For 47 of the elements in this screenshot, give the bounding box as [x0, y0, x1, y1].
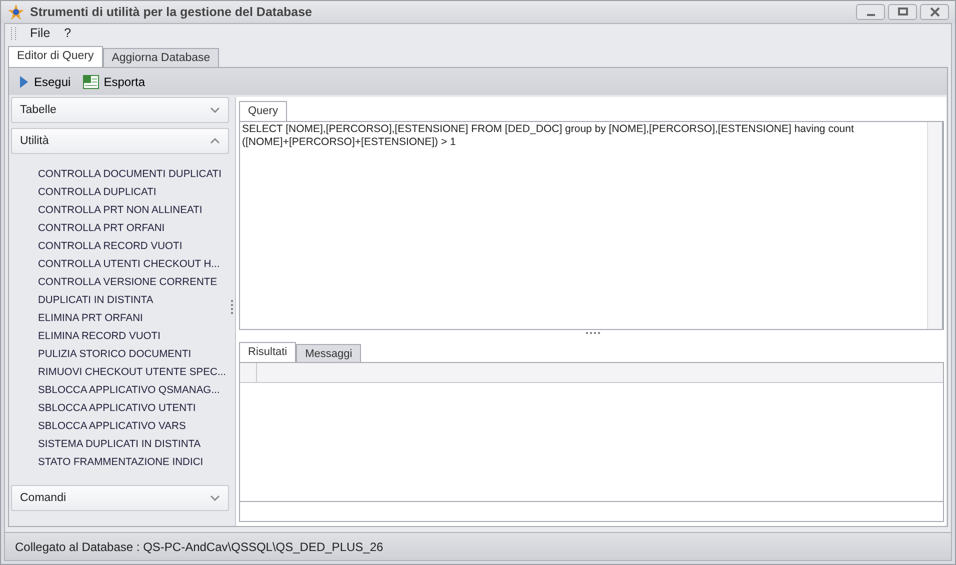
utility-item[interactable]: SISTEMA DUPLICATI IN DISTINTA — [38, 436, 229, 454]
utility-item[interactable]: STATO FRAMMENTAZIONE INDICI — [38, 454, 229, 472]
utility-item[interactable]: CONTROLLA PRT NON ALLINEATI — [38, 202, 229, 220]
utility-item[interactable]: CONTROLLA DUPLICATI — [38, 184, 229, 202]
group-header[interactable]: Utilità — [11, 128, 229, 154]
utility-item[interactable]: DUPLICATI IN DISTINTA — [38, 292, 229, 310]
maximize-icon — [896, 7, 908, 17]
utility-item[interactable]: RIMUOVI CHECKOUT UTENTE SPEC... — [38, 364, 229, 382]
tab[interactable]: Query — [239, 101, 287, 121]
spreadsheet-icon — [82, 74, 99, 88]
window-title: Strumenti di utilità per la gestione del Database — [30, 5, 312, 19]
tab[interactable]: Editor di Query — [8, 46, 103, 67]
chevron-up-icon — [210, 138, 220, 144]
scrollbar[interactable] — [927, 122, 942, 329]
utility-item[interactable]: CONTROLLA UTENTI CHECKOUT H... — [38, 256, 229, 274]
utility-item[interactable]: CONTROLLA VERSIONE CORRENTE — [38, 274, 229, 292]
menu-item[interactable]: ? — [64, 26, 72, 40]
group-header[interactable]: Tabelle — [11, 97, 229, 123]
minimize-icon — [866, 14, 874, 16]
tab[interactable]: Risultati — [239, 342, 296, 362]
utility-item[interactable]: ELIMINA RECORD VUOTI — [38, 328, 229, 346]
utility-item[interactable]: CONTROLLA DOCUMENTI DUPLICATI — [38, 166, 229, 184]
play-icon — [19, 74, 29, 88]
minimize-button[interactable] — [856, 4, 885, 20]
tab[interactable]: Aggiorna Database — [102, 48, 220, 67]
group-header[interactable]: Comandi — [11, 485, 229, 511]
utility-item[interactable]: CONTROLLA RECORD VUOTI — [38, 238, 229, 256]
star-icon — [7, 3, 25, 21]
status-text: Collegato al Database : QS-PC-AndCav\QSSQL\QS_DED_PLUS_26 — [15, 540, 384, 554]
utility-item[interactable]: ELIMINA PRT ORFANI — [38, 310, 229, 328]
splitter-handle[interactable] — [586, 332, 600, 336]
export-button[interactable]: Esporta — [80, 74, 148, 88]
run-button[interactable]: Esegui — [17, 74, 73, 88]
utility-item[interactable]: SBLOCCA APPLICATIVO UTENTI — [38, 400, 229, 418]
query-editor[interactable]: SELECT [NOME],[PERCORSO],[ESTENSIONE] FROM [DED_DOC] group by [NOME],[PERCORSO],[ESTENSIONE] having count ([NOME]+[PERCORSO]+[ESTENSIONE]) > 1 — [239, 121, 944, 330]
chevron-down-icon — [210, 495, 220, 501]
chevron-down-icon — [210, 107, 220, 113]
utility-item[interactable]: PULIZIA STORICO DOCUMENTI — [38, 346, 229, 364]
utility-item[interactable]: CONTROLLA PRT ORFANI — [38, 220, 229, 238]
close-icon — [928, 7, 940, 17]
close-button[interactable] — [920, 4, 949, 20]
maximize-button[interactable] — [888, 4, 917, 20]
tab[interactable]: Messaggi — [296, 344, 362, 362]
utility-item[interactable]: SBLOCCA APPLICATIVO VARS — [38, 418, 229, 436]
utility-item[interactable]: SBLOCCA APPLICATIVO QSMANAG... — [38, 382, 229, 400]
menu-item[interactable]: File — [30, 26, 50, 40]
grip-handle[interactable] — [11, 26, 16, 40]
